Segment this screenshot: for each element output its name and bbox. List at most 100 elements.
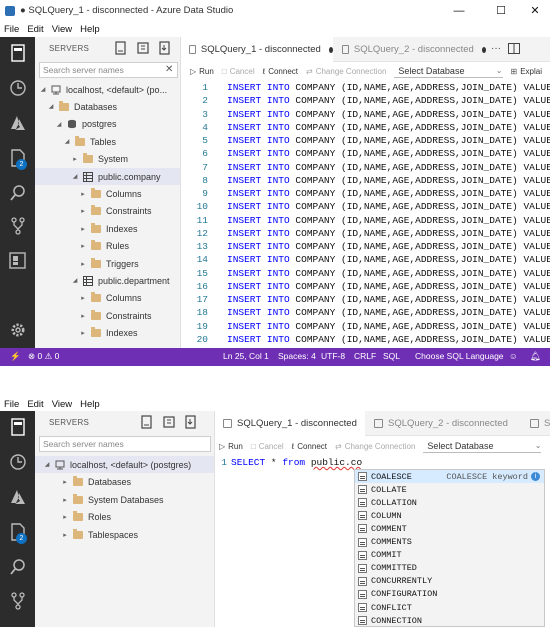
- connect-button[interactable]: ℓ Connect: [292, 442, 327, 451]
- cancel-button[interactable]: □ Cancel: [251, 442, 284, 451]
- suggestion-item[interactable]: CONFLICT: [355, 601, 544, 614]
- menu-file[interactable]: File: [4, 399, 19, 410]
- tree-item[interactable]: ▸ Indexes: [35, 325, 180, 342]
- connect-button[interactable]: ℓ Connect: [263, 67, 298, 76]
- remote-icon[interactable]: ⚡: [10, 351, 21, 362]
- choose-sql-language[interactable]: Choose SQL Language: [415, 351, 504, 361]
- run-button[interactable]: ▷ Run: [190, 67, 214, 76]
- suggestion-item[interactable]: COMMITTED: [355, 562, 544, 575]
- search-icon[interactable]: [8, 183, 27, 202]
- add-connection-icon[interactable]: [185, 415, 199, 429]
- tree-item[interactable]: ▸ System Databases: [35, 491, 214, 508]
- cursor-position[interactable]: Ln 25, Col 1: [223, 351, 269, 361]
- cancel-button[interactable]: □ Cancel: [222, 67, 255, 76]
- chevron-right-icon[interactable]: ▸: [79, 294, 87, 302]
- chevron-down-icon[interactable]: ◢: [47, 103, 55, 110]
- suggestion-item[interactable]: CONNECTION: [355, 614, 544, 627]
- search-icon[interactable]: [8, 557, 27, 576]
- server-search-input[interactable]: Search server names: [39, 436, 211, 452]
- new-connection-icon[interactable]: [115, 41, 129, 55]
- split-editor-icon[interactable]: [508, 43, 520, 56]
- tab-sqlquery-1[interactable]: SQLQuery_1 - disconnected: [215, 411, 365, 436]
- menu-edit[interactable]: Edit: [27, 24, 43, 35]
- chevron-down-icon[interactable]: ◢: [55, 121, 63, 128]
- history-icon[interactable]: [8, 78, 27, 97]
- suggestion-item[interactable]: COMMIT: [355, 549, 544, 562]
- suggestion-item[interactable]: COLLATE: [355, 483, 544, 496]
- chevron-down-icon[interactable]: ◢: [71, 173, 79, 180]
- tree-item[interactable]: ▸ Roles: [35, 509, 214, 526]
- chevron-right-icon[interactable]: ▸: [61, 531, 69, 539]
- chevron-right-icon[interactable]: ▸: [79, 207, 87, 215]
- tree-item[interactable]: ▸ Tablespaces: [35, 526, 214, 543]
- select-database-dropdown[interactable]: Select Database ⌄: [423, 439, 542, 453]
- menu-help[interactable]: Help: [80, 24, 100, 35]
- chevron-down-icon[interactable]: ◢: [71, 277, 79, 284]
- tree-item[interactable]: ▸ Constraints: [35, 203, 180, 220]
- menu-help[interactable]: Help: [80, 399, 100, 410]
- tree-item[interactable]: ◢ localhost, <default> (po...: [35, 81, 180, 98]
- suggestion-item[interactable]: COLLATION: [355, 496, 544, 509]
- line-ending[interactable]: CRLF: [354, 351, 376, 361]
- tree-item[interactable]: ▸ Rules: [35, 238, 180, 255]
- chevron-down-icon[interactable]: ◢: [43, 461, 51, 468]
- chevron-right-icon[interactable]: ▸: [79, 225, 87, 233]
- close-button[interactable]: ✕: [520, 0, 550, 21]
- servers-icon[interactable]: [8, 43, 27, 62]
- info-icon[interactable]: i: [531, 472, 540, 481]
- tree-item[interactable]: ▸ Constraints: [35, 307, 180, 324]
- encoding[interactable]: UTF-8: [321, 351, 345, 361]
- suggestion-item[interactable]: COLUMN: [355, 509, 544, 522]
- tree-item[interactable]: ▸ Columns: [35, 290, 180, 307]
- add-connection-icon[interactable]: [159, 41, 173, 55]
- new-server-group-icon[interactable]: [137, 41, 151, 55]
- tree-item[interactable]: ▸ Triggers: [35, 255, 180, 272]
- chevron-right-icon[interactable]: ▸: [79, 260, 87, 268]
- change-connection-button[interactable]: ⇄ Change Connection: [306, 67, 386, 76]
- tree-item[interactable]: ◢ Tables: [35, 133, 180, 150]
- tab-sqlquery-2[interactable]: SQLQuery_2 - disconnected: [366, 411, 521, 436]
- explorer-icon[interactable]: 2: [8, 522, 27, 544]
- indentation[interactable]: Spaces: 4: [278, 351, 316, 361]
- source-control-icon[interactable]: [8, 216, 27, 235]
- more-actions-icon[interactable]: ···: [491, 43, 501, 54]
- menu-view[interactable]: View: [52, 399, 72, 410]
- explorer-icon[interactable]: 2: [8, 148, 27, 170]
- explain-button[interactable]: ⊞ Explai: [511, 67, 543, 76]
- chevron-down-icon[interactable]: ◢: [63, 138, 71, 145]
- settings-gear-icon[interactable]: [8, 320, 27, 339]
- tree-item[interactable]: ▸ Columns: [35, 185, 180, 202]
- server-search-input[interactable]: Search server names: [39, 62, 178, 78]
- new-connection-icon[interactable]: [141, 415, 155, 429]
- suggestion-item[interactable]: COMMENT: [355, 522, 544, 535]
- run-button[interactable]: ▷ Run: [219, 442, 243, 451]
- suggestion-item[interactable]: COMMENTS: [355, 536, 544, 549]
- chevron-right-icon[interactable]: ▸: [71, 155, 79, 163]
- suggestion-item[interactable]: CONCURRENTLY: [355, 575, 544, 588]
- chevron-right-icon[interactable]: ▸: [61, 513, 69, 521]
- tree-item[interactable]: ▸ Databases: [35, 474, 214, 491]
- extensions-icon[interactable]: [8, 251, 27, 270]
- tab-overflow[interactable]: S: [522, 411, 550, 436]
- tab-sqlquery-1[interactable]: SQLQuery_1 - disconnected: [181, 37, 333, 62]
- chevron-right-icon[interactable]: ▸: [61, 496, 69, 504]
- language-mode[interactable]: SQL: [383, 351, 400, 361]
- chevron-right-icon[interactable]: ▸: [79, 242, 87, 250]
- chevron-right-icon[interactable]: ▸: [79, 190, 87, 198]
- menu-view[interactable]: View: [52, 24, 72, 35]
- source-control-icon[interactable]: [8, 591, 27, 610]
- chevron-right-icon[interactable]: ▸: [61, 478, 69, 486]
- clear-search-icon[interactable]: ✕: [165, 64, 173, 75]
- servers-icon[interactable]: [8, 417, 27, 436]
- tree-item[interactable]: ▸ Indexes: [35, 220, 180, 237]
- chevron-right-icon[interactable]: ▸: [79, 312, 87, 320]
- chevron-down-icon[interactable]: ◢: [39, 86, 47, 93]
- azure-icon[interactable]: [8, 113, 27, 132]
- feedback-smiley-icon[interactable]: ☺: [509, 351, 518, 361]
- tree-item[interactable]: ▸ System: [35, 151, 180, 168]
- history-icon[interactable]: [8, 452, 27, 471]
- menu-file[interactable]: File: [4, 24, 19, 35]
- suggestion-item[interactable]: CONFIGURATION: [355, 588, 544, 601]
- azure-icon[interactable]: [8, 487, 27, 506]
- tree-item[interactable]: ◢ public.department: [35, 272, 180, 289]
